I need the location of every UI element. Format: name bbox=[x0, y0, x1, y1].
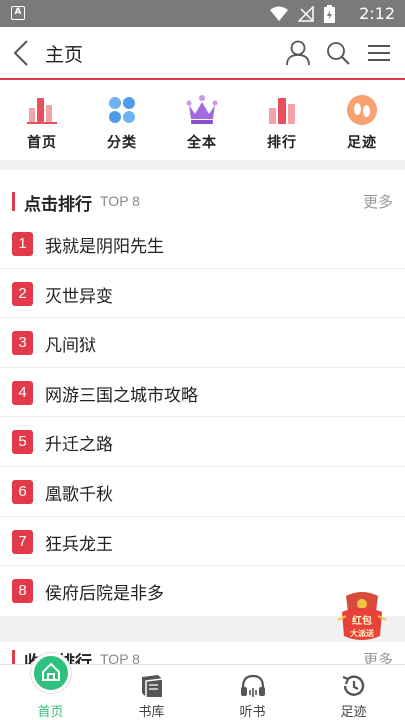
quick-nav-label: 分类 bbox=[107, 135, 137, 151]
quick-nav-label: 足迹 bbox=[347, 135, 377, 151]
tab-label: 书库 bbox=[138, 705, 165, 720]
ranking-item[interactable]: 2 灭世异变 bbox=[0, 269, 405, 319]
back-arrow-icon[interactable] bbox=[10, 39, 34, 67]
ranking-item[interactable]: 3 凡间狱 bbox=[0, 318, 405, 368]
tab-history[interactable]: 足迹 bbox=[303, 665, 404, 720]
ranking-item[interactable]: 4 网游三国之城市攻略 bbox=[0, 368, 405, 418]
rank-badge: 7 bbox=[12, 529, 33, 554]
quick-nav-label: 排行 bbox=[267, 135, 297, 151]
book-title: 凰歌千秋 bbox=[45, 484, 113, 505]
more-link[interactable]: 更多 bbox=[363, 191, 393, 212]
section-accent-bar bbox=[12, 650, 15, 664]
quick-nav-complete[interactable]: 全本 bbox=[172, 94, 232, 152]
ranking-list: 1 我就是阴阳先生 2 灭世异变 3 凡间狱 4 网游三国之城市攻略 5 升迁之路 6 凰歌… bbox=[0, 219, 405, 616]
quick-nav: 首页 分类 全本 排行 足迹 bbox=[0, 80, 405, 160]
top-app-bar: 主页 bbox=[0, 27, 405, 78]
book-title: 凡间狱 bbox=[45, 336, 96, 357]
rank-badge: 5 bbox=[12, 430, 33, 455]
status-time: 2:12 bbox=[359, 4, 395, 23]
section-header: 点击排行 TOP 8 更多 bbox=[12, 190, 393, 215]
history-icon bbox=[342, 675, 364, 696]
quick-nav-home[interactable]: 首页 bbox=[12, 94, 72, 152]
click-ranking-section: 点击排行 TOP 8 更多 1 我就是阴阳先生 2 灭世异变 3 凡间狱 4 网游三国之… bbox=[0, 170, 405, 616]
section-header: 收藏排行 TOP 8 更多 bbox=[12, 648, 393, 664]
promo-text-line2: 大派送 bbox=[350, 628, 375, 638]
rank-badge: 4 bbox=[12, 380, 33, 405]
wifi-icon bbox=[270, 6, 288, 21]
section-accent-bar bbox=[12, 192, 15, 211]
grid-dots-icon bbox=[109, 97, 135, 123]
promo-text-line1: 红包 bbox=[352, 614, 372, 627]
app-notification-icon: A bbox=[11, 6, 25, 20]
status-icons bbox=[270, 5, 335, 23]
red-envelope-promo-icon[interactable]: 红包 大派送 bbox=[336, 590, 388, 646]
ranking-item[interactable]: 6 凰歌千秋 bbox=[0, 467, 405, 517]
book-title: 侯府后院是非多 bbox=[45, 584, 164, 605]
ranking-item[interactable]: 1 我就是阴阳先生 bbox=[0, 219, 405, 269]
quick-nav-label: 首页 bbox=[27, 135, 57, 151]
section-subtitle: TOP 8 bbox=[100, 651, 140, 664]
rank-badge: 2 bbox=[12, 281, 33, 306]
quick-nav-category[interactable]: 分类 bbox=[92, 94, 152, 152]
rank-badge: 3 bbox=[12, 331, 33, 356]
tab-home[interactable]: 首页 bbox=[0, 653, 101, 720]
quick-nav-label: 全本 bbox=[187, 135, 217, 151]
footprint-icon bbox=[347, 95, 377, 125]
rank-badge: 6 bbox=[12, 479, 33, 504]
ranking-item[interactable]: 5 升迁之路 bbox=[0, 417, 405, 467]
bar-chart-icon bbox=[27, 98, 57, 124]
rank-badge: 1 bbox=[12, 232, 33, 256]
rank-badge: 8 bbox=[12, 579, 33, 604]
ranking-icon bbox=[269, 98, 295, 124]
home-icon bbox=[42, 662, 60, 681]
quick-nav-footprint[interactable]: 足迹 bbox=[332, 94, 392, 152]
crown-icon bbox=[186, 95, 218, 124]
menu-icon[interactable] bbox=[366, 39, 394, 67]
book-title: 狂兵龙王 bbox=[45, 534, 113, 555]
ranking-item[interactable]: 7 狂兵龙王 bbox=[0, 517, 405, 567]
status-bar: A 2:12 bbox=[0, 0, 405, 27]
user-icon[interactable] bbox=[284, 39, 312, 67]
no-signal-icon bbox=[298, 6, 314, 22]
app-screen: A 2:12 主页 首页 分类 全本 排行 足迹 点击排行 TOP 8 更多 1… bbox=[0, 0, 405, 720]
headphones-icon bbox=[240, 674, 265, 697]
tab-library[interactable]: 书库 bbox=[101, 665, 202, 720]
book-title: 网游三国之城市攻略 bbox=[45, 385, 198, 406]
book-icon bbox=[141, 675, 162, 697]
battery-icon bbox=[324, 5, 335, 23]
book-title: 我就是阴阳先生 bbox=[45, 237, 164, 257]
section-gap bbox=[0, 160, 405, 170]
tab-label: 听书 bbox=[239, 705, 266, 720]
tab-audiobook[interactable]: 听书 bbox=[202, 665, 303, 720]
book-title: 灭世异变 bbox=[45, 286, 113, 307]
search-icon[interactable] bbox=[324, 39, 352, 67]
more-link[interactable]: 更多 bbox=[363, 649, 393, 664]
tab-label: 足迹 bbox=[340, 705, 367, 720]
quick-nav-ranking[interactable]: 排行 bbox=[252, 94, 312, 152]
tab-label: 首页 bbox=[37, 705, 64, 720]
tab-home-bubble bbox=[31, 653, 71, 693]
book-title: 升迁之路 bbox=[45, 435, 113, 456]
bottom-tab-bar: 首页 书库 听书 足迹 bbox=[0, 653, 405, 720]
section-title: 点击排行 bbox=[24, 195, 92, 215]
section-subtitle: TOP 8 bbox=[100, 193, 140, 209]
page-title: 主页 bbox=[45, 44, 84, 66]
